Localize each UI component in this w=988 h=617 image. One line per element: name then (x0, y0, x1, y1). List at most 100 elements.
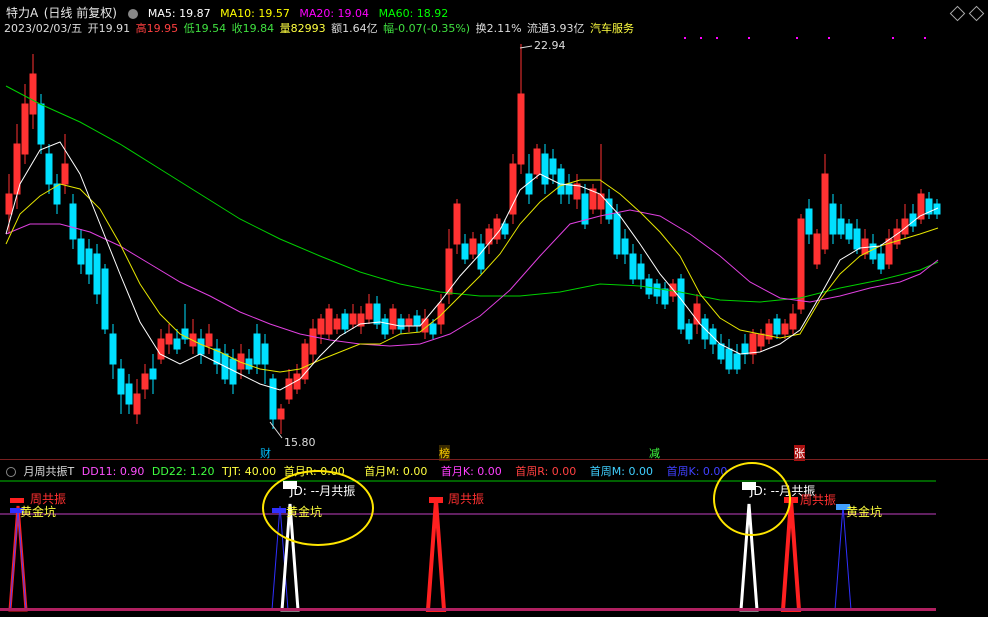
period-label[interactable]: (日线 前复权) (44, 4, 117, 21)
candle-body (717, 343, 725, 360)
candle-body (141, 373, 149, 390)
diamond-icon[interactable] (949, 5, 966, 22)
candle-body (253, 333, 261, 365)
candle-body (557, 168, 565, 195)
spike-week (425, 499, 447, 612)
chart-header: 特力A (日线 前复权) MA5: 19.87 MA10: 19.57 MA20… (6, 4, 454, 21)
candle-body (861, 238, 869, 255)
candle-body (125, 383, 133, 405)
candle-body (637, 263, 645, 280)
candle-body (21, 103, 29, 155)
spike-week (8, 505, 28, 612)
candle-body (533, 148, 541, 175)
candle-body (781, 323, 789, 335)
candle-body (429, 323, 437, 335)
ma10-value: MA10: 19.57 (220, 7, 290, 20)
candle-body (101, 268, 109, 330)
panel-divider[interactable] (0, 459, 988, 460)
candlestick-series (5, 44, 941, 434)
candle-body (645, 278, 653, 295)
candle-body (661, 288, 669, 305)
label-week-resonance: 周共振 (800, 493, 836, 507)
candle-body (837, 218, 845, 235)
candle-body (877, 253, 885, 270)
candle-body (165, 333, 173, 345)
candle-body (349, 313, 357, 325)
label-golden-pit: 黄金坑 (20, 504, 56, 519)
candle-body (613, 213, 621, 255)
candle-body (597, 193, 605, 210)
candle-body (197, 338, 205, 355)
candle-body (381, 318, 389, 335)
candle-body (37, 103, 45, 145)
candle-body (653, 283, 661, 297)
candle-body (269, 378, 277, 420)
ma20-value: MA20: 19.04 (299, 7, 370, 20)
candle-body (277, 408, 285, 420)
candle-body (821, 173, 829, 250)
candle-body (413, 315, 421, 327)
candle-body (325, 308, 333, 335)
label-week-resonance: 周共振 (448, 492, 484, 506)
candle-body (797, 218, 805, 310)
candle-body (485, 228, 493, 245)
indicator-chart[interactable]: 周共振 黄金坑 JD: --月共振 黄金坑 周共振 JD: --月共振 周共振 … (0, 476, 988, 617)
candle-body (813, 233, 821, 265)
candle-body (757, 333, 765, 347)
stock-chart-window: 特力A (日线 前复权) MA5: 19.87 MA10: 19.57 MA20… (0, 0, 988, 617)
candle-body (93, 253, 101, 295)
price-chart[interactable]: 22.94 15.80 (0, 34, 988, 454)
candle-body (501, 223, 509, 235)
candle-body (517, 93, 525, 165)
diamond-icon[interactable] (968, 5, 985, 22)
candle-body (477, 243, 485, 270)
candle-body (773, 318, 781, 335)
candle-body (45, 153, 53, 185)
candle-body (629, 253, 637, 280)
label-golden-pit: 黄金坑 (846, 504, 882, 519)
candle-body (733, 353, 741, 370)
ma60-value: MA60: 18.92 (378, 7, 449, 20)
candle-body (69, 203, 77, 240)
candle-body (333, 318, 341, 330)
settings-icon[interactable] (128, 9, 139, 19)
low-marker-label: 15.80 (284, 436, 316, 449)
candle-body (725, 348, 733, 370)
high-marker: 22.94 (519, 39, 566, 52)
candle-body (85, 248, 93, 275)
highlight-circle (262, 470, 374, 546)
candle-body (285, 378, 293, 400)
candle-body (805, 208, 813, 235)
stock-name: 特力A (6, 6, 39, 20)
candle-body (317, 318, 325, 335)
candle-body (29, 73, 37, 115)
candle-body (685, 323, 693, 340)
candle-body (309, 328, 317, 355)
candle-body (173, 338, 181, 350)
candle-body (453, 203, 461, 245)
low-marker: 15.80 (269, 421, 316, 449)
candle-body (205, 333, 213, 347)
candle-body (61, 163, 69, 185)
candle-body (741, 343, 749, 355)
candle-body (397, 318, 405, 330)
candle-body (341, 313, 349, 330)
candle-body (461, 243, 469, 260)
candle-body (77, 238, 85, 265)
candle-body (469, 238, 477, 255)
candle-body (853, 228, 861, 250)
high-marker-label: 22.94 (534, 39, 566, 52)
candle-body (693, 303, 701, 325)
candle-body (5, 193, 13, 215)
candle-body (765, 323, 773, 340)
candle-body (149, 368, 157, 380)
candle-body (677, 278, 685, 330)
candle-body (133, 393, 141, 415)
spike-gold (834, 505, 852, 611)
candle-body (117, 368, 125, 395)
candle-body (109, 333, 117, 365)
candle-body (789, 313, 797, 330)
magenta-dots (684, 37, 926, 39)
candle-body (829, 203, 837, 235)
baseline-bar (0, 608, 936, 611)
